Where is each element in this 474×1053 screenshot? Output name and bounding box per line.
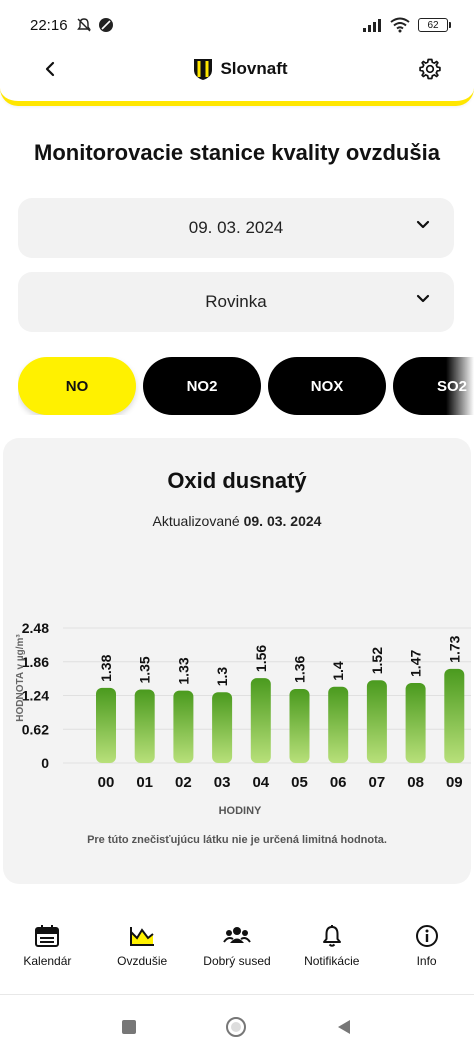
dnd-icon: [98, 18, 113, 32]
tab-so2-label: SO2: [436, 377, 467, 395]
bar-value-label: 1.52: [369, 647, 385, 674]
bar[interactable]: [366, 680, 387, 763]
nav-info-label: Info: [416, 954, 437, 968]
bar[interactable]: [96, 687, 116, 763]
battery-icon: 62: [418, 18, 451, 32]
bar-value-label: 1.35: [137, 656, 153, 683]
people-icon: [223, 927, 251, 943]
x-axis-label: HODINY: [219, 805, 262, 817]
pollutant-tabs: NO NO2 NOX SO2: [18, 357, 474, 415]
x-tick-label: 09: [446, 774, 463, 791]
tab-nox-label: NOX: [310, 377, 344, 395]
limit-note: Pre túto znečisťujúcu látku nie je určen…: [87, 834, 387, 846]
nav-ovzdusie[interactable]: Ovzdušie: [97, 915, 187, 994]
chevron-down-icon: [416, 294, 430, 303]
bar-value-label: 1.4: [330, 661, 346, 681]
nav-notifikacie-label: Notifikácie: [304, 954, 360, 968]
gear-icon: [419, 58, 441, 79]
brand-name: Slovnaft: [220, 58, 288, 78]
x-tick-label: 00: [98, 774, 115, 791]
brand-logo: Slovnaft: [192, 57, 288, 81]
x-tick-label: 02: [175, 774, 192, 791]
bar-value-label: 1.38: [98, 654, 114, 681]
bottom-navigation: Kalendár Ovzdušie Dobrý sused Notifikáci…: [0, 915, 474, 995]
chart-icon: [130, 927, 155, 946]
nav-notifikacie[interactable]: Notifikácie: [287, 915, 377, 994]
nav-ovzdusie-label: Ovzdušie: [117, 954, 168, 968]
bar[interactable]: [444, 668, 465, 763]
system-navigation: [0, 1000, 474, 1053]
nav-kalendar-label: Kalendár: [23, 954, 72, 968]
nav-kalendar[interactable]: Kalendár: [2, 915, 92, 994]
signal-icon: [363, 19, 381, 32]
x-tick-label: 05: [291, 774, 308, 791]
x-tick-label: 03: [214, 774, 231, 791]
y-tick-label: 0: [41, 755, 49, 771]
bar-value-label: 1.56: [253, 645, 269, 672]
home-button[interactable]: [226, 1016, 246, 1037]
tab-no-label: NO: [65, 377, 89, 395]
bar-chart: 2.481.861.240.620 00 01 02 03 04 05 06 07 08 09 1…: [15, 620, 471, 817]
x-tick-label: 04: [252, 774, 269, 791]
tab-no2-label: NO2: [186, 377, 218, 395]
bar-value-label: 1.47: [408, 650, 424, 677]
date-select[interactable]: 09. 03. 2024: [18, 198, 454, 258]
nav-dobry-sused-label: Dobrý sused: [203, 954, 271, 968]
wifi-icon: [390, 17, 410, 33]
bar-value-label: 1.33: [175, 657, 191, 684]
date-select-value: 09. 03. 2024: [188, 218, 284, 237]
app-header: Slovnaft: [0, 36, 474, 106]
status-time: 22:16: [30, 16, 68, 34]
bar[interactable]: [134, 689, 155, 763]
info-icon: [415, 925, 438, 947]
y-axis-label: HODNOTA v µg/m³: [15, 634, 26, 722]
battery-level: 62: [427, 19, 439, 31]
muted-bell-icon: [76, 18, 91, 32]
x-tick-label: 01: [136, 774, 153, 791]
bell-icon: [322, 925, 341, 947]
y-tick-label: 2.48: [22, 620, 49, 636]
station-select-value: Rovinka: [205, 292, 267, 311]
chevron-left-icon: [45, 61, 55, 76]
chevron-down-icon: [416, 220, 430, 229]
recents-button[interactable]: [122, 1019, 136, 1034]
bar[interactable]: [250, 678, 271, 763]
x-tick-label: 08: [407, 774, 424, 791]
system-back-button[interactable]: [336, 1018, 352, 1036]
y-tick-label: 0.62: [22, 721, 49, 737]
settings-button[interactable]: [416, 55, 444, 83]
bar-value-label: 1.36: [292, 656, 308, 683]
slovnaft-logo-icon: [194, 58, 213, 80]
bar[interactable]: [289, 688, 310, 763]
calendar-icon: [35, 925, 60, 947]
tab-nox[interactable]: NOX: [268, 357, 386, 415]
nav-dobry-sused[interactable]: Dobrý sused: [192, 915, 282, 994]
tab-no[interactable]: NO: [18, 357, 136, 415]
x-tick-label: 07: [369, 774, 386, 791]
bar[interactable]: [405, 682, 426, 763]
bar[interactable]: [328, 686, 349, 763]
tab-no2[interactable]: NO2: [143, 357, 261, 415]
bar-value-label: 1.73: [446, 635, 462, 662]
back-button[interactable]: [36, 55, 64, 83]
bar-value-label: 1.3: [214, 667, 230, 687]
station-select[interactable]: Rovinka: [18, 272, 454, 332]
chart-card: Oxid dusnatý Aktualizované 09. 03. 2024 …: [3, 438, 471, 884]
page-title: Monitorovacie stanice kvality ovzdušia: [34, 140, 440, 165]
bar[interactable]: [212, 692, 233, 763]
nav-info[interactable]: Info: [382, 915, 472, 994]
x-tick-label: 06: [330, 774, 347, 791]
bar[interactable]: [173, 690, 194, 763]
tab-so2[interactable]: SO2: [393, 357, 474, 415]
